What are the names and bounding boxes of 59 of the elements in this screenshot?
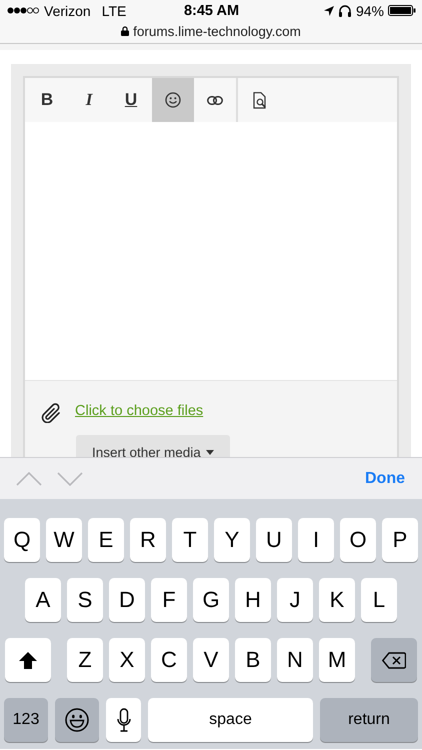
numbers-key[interactable]: 123 (4, 698, 48, 742)
microphone-icon (116, 708, 130, 732)
letter-key[interactable]: D (109, 578, 145, 622)
return-key[interactable]: return (320, 698, 418, 742)
letter-key[interactable]: V (193, 638, 229, 682)
smiley-icon (165, 92, 181, 108)
insert-media-button[interactable]: Insert other media (76, 435, 230, 457)
letter-key[interactable]: I (298, 518, 334, 562)
backspace-icon (382, 652, 406, 668)
signal-icon (7, 7, 39, 14)
headphones-icon (338, 4, 352, 16)
letter-key[interactable]: A (25, 578, 61, 622)
letter-key[interactable]: E (88, 518, 124, 562)
letter-key[interactable]: F (151, 578, 187, 622)
letter-key[interactable]: O (340, 518, 376, 562)
letter-key[interactable]: N (277, 638, 313, 682)
space-key[interactable]: space (148, 698, 313, 742)
carrier-name: Verizon (44, 2, 91, 18)
letter-key[interactable]: Q (4, 518, 40, 562)
location-arrow-icon (324, 6, 334, 16)
emoji-key[interactable] (55, 698, 99, 742)
italic-tool-button[interactable]: I (68, 78, 110, 122)
letter-key[interactable]: P (382, 518, 418, 562)
status-time: 8:45 AM (184, 2, 240, 18)
document-magnifier-icon (253, 92, 267, 108)
letter-key[interactable]: B (235, 638, 271, 682)
bold-tool-button[interactable]: B (26, 78, 68, 122)
shift-icon (19, 652, 37, 668)
delete-key[interactable] (371, 638, 417, 682)
underline-tool-button[interactable]: U (110, 78, 152, 122)
letter-key[interactable]: M (319, 638, 355, 682)
letter-key[interactable]: G (193, 578, 229, 622)
letter-key[interactable]: H (235, 578, 271, 622)
emoji-tool-button[interactable] (152, 78, 194, 122)
link-icon (207, 96, 223, 104)
lock-icon (121, 26, 130, 36)
address-url[interactable]: forums.lime-technology.com (133, 24, 301, 38)
letter-key[interactable]: Y (214, 518, 250, 562)
letter-key[interactable]: W (46, 518, 82, 562)
letter-key[interactable]: Z (67, 638, 103, 682)
shift-key[interactable] (5, 638, 51, 682)
letter-key[interactable]: T (172, 518, 208, 562)
battery-icon (388, 5, 416, 16)
emoji-icon (65, 708, 89, 732)
caret-icon (206, 450, 214, 454)
letter-key[interactable]: L (361, 578, 397, 622)
network-type: LTE (102, 2, 126, 18)
letter-key[interactable]: S (67, 578, 103, 622)
letter-key[interactable]: R (130, 518, 166, 562)
letter-key[interactable]: J (277, 578, 313, 622)
done-button[interactable]: Done (365, 470, 405, 488)
previous-field-icon[interactable] (16, 472, 42, 486)
battery-percent: 94% (356, 2, 384, 18)
letter-key[interactable]: K (319, 578, 355, 622)
letter-key[interactable]: X (109, 638, 145, 682)
dictation-key[interactable] (106, 698, 141, 742)
letter-key[interactable]: U (256, 518, 292, 562)
letter-key[interactable]: C (151, 638, 187, 682)
next-field-icon[interactable] (57, 472, 83, 486)
